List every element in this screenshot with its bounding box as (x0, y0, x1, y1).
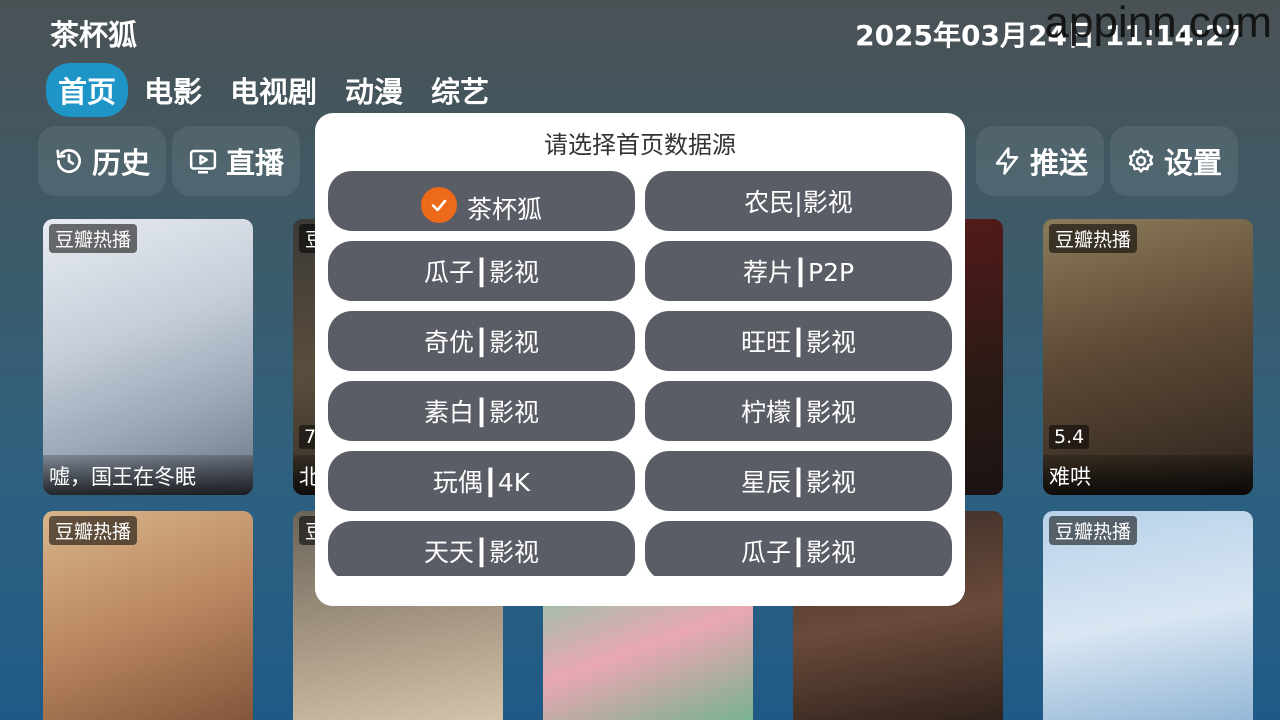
source-option-label: 农民|影视 (744, 188, 853, 217)
source-option-label: 荐片┃P2P (742, 258, 855, 287)
source-option[interactable]: 荐片┃P2P (645, 241, 952, 301)
douban-badge: 豆瓣热播 (1049, 224, 1138, 253)
douban-badge: 豆瓣热播 (49, 516, 138, 545)
douban-badge: 豆瓣热播 (49, 224, 138, 253)
source-option-label: 玩偶┃4K (432, 468, 531, 497)
category-tabs: 首页 电影 电视剧 动漫 综艺 (46, 63, 501, 117)
source-option-label: 柠檬┃影视 (740, 398, 857, 427)
tab-tv[interactable]: 电视剧 (218, 63, 329, 117)
gear-icon (1128, 147, 1154, 173)
source-option-label: 天天┃影视 (423, 538, 540, 567)
source-option-label: 奇优┃影视 (423, 328, 540, 357)
poster-image (43, 219, 253, 495)
douban-badge: 豆瓣热播 (1049, 516, 1138, 545)
source-option[interactable]: 玩偶┃4K (328, 451, 635, 511)
source-option-selected[interactable]: 茶杯狐 (328, 171, 635, 231)
watermark: appinn.com (1044, 0, 1272, 47)
source-select-dialog: 请选择首页数据源 茶杯狐 农民|影视 瓜子┃影视 荐片┃P2P 奇优┃影视 旺旺… (315, 113, 965, 606)
poster-title: 难哄 (1043, 455, 1253, 495)
source-option-label: 素白┃影视 (423, 398, 540, 427)
score-badge: 5.4 (1049, 425, 1090, 449)
live-label: 直播 (225, 146, 284, 180)
tab-movie[interactable]: 电影 (132, 63, 214, 117)
source-option[interactable]: 天天┃影视 (328, 521, 635, 581)
source-option-label: 瓜子┃影视 (423, 258, 540, 287)
source-option-label: 旺旺┃影视 (740, 328, 857, 357)
settings-button[interactable]: 设置 (1110, 126, 1238, 196)
source-option-label: 星辰┃影视 (740, 468, 857, 497)
check-icon (420, 187, 457, 223)
source-option[interactable]: 旺旺┃影视 (645, 311, 952, 371)
history-icon (56, 149, 81, 173)
source-option[interactable]: 瓜子┃影视 (328, 241, 635, 301)
source-option[interactable]: 农民|影视 (645, 171, 952, 231)
poster-image (1043, 219, 1253, 495)
source-option[interactable]: 瓜子┃影视 (645, 521, 952, 581)
tab-variety[interactable]: 综艺 (419, 63, 501, 117)
lightning-icon (995, 147, 1019, 175)
source-option[interactable]: 柠檬┃影视 (645, 381, 952, 441)
poster-card[interactable]: 豆瓣热播 5.4 难哄 (1043, 219, 1253, 495)
history-label: 历史 (91, 146, 150, 180)
tv-play-icon (189, 149, 217, 174)
poster-title: 嘘，国王在冬眠 (43, 455, 253, 495)
settings-label: 设置 (1163, 146, 1222, 180)
source-option[interactable]: 星辰┃影视 (645, 451, 952, 511)
history-button[interactable]: 历史 (38, 126, 166, 196)
source-option-label: 茶杯狐 (466, 195, 542, 224)
dialog-title: 请选择首页数据源 (544, 131, 736, 159)
poster-card[interactable]: 豆瓣热播 (1043, 511, 1253, 720)
poster-card[interactable]: 豆瓣热播 (43, 511, 253, 720)
source-option[interactable]: 奇优┃影视 (328, 311, 635, 371)
tab-anime[interactable]: 动漫 (333, 63, 415, 117)
source-option-label: 瓜子┃影视 (740, 538, 857, 567)
scroll-clip (315, 576, 965, 606)
live-button[interactable]: 直播 (172, 126, 300, 196)
poster-card[interactable]: 豆瓣热播 嘘，国王在冬眠 (43, 219, 253, 495)
source-option[interactable]: 素白┃影视 (328, 381, 635, 441)
app-title: 茶杯狐 (50, 18, 138, 52)
push-button[interactable]: 推送 (976, 126, 1104, 196)
tab-home[interactable]: 首页 (46, 63, 129, 117)
push-label: 推送 (1029, 146, 1088, 180)
